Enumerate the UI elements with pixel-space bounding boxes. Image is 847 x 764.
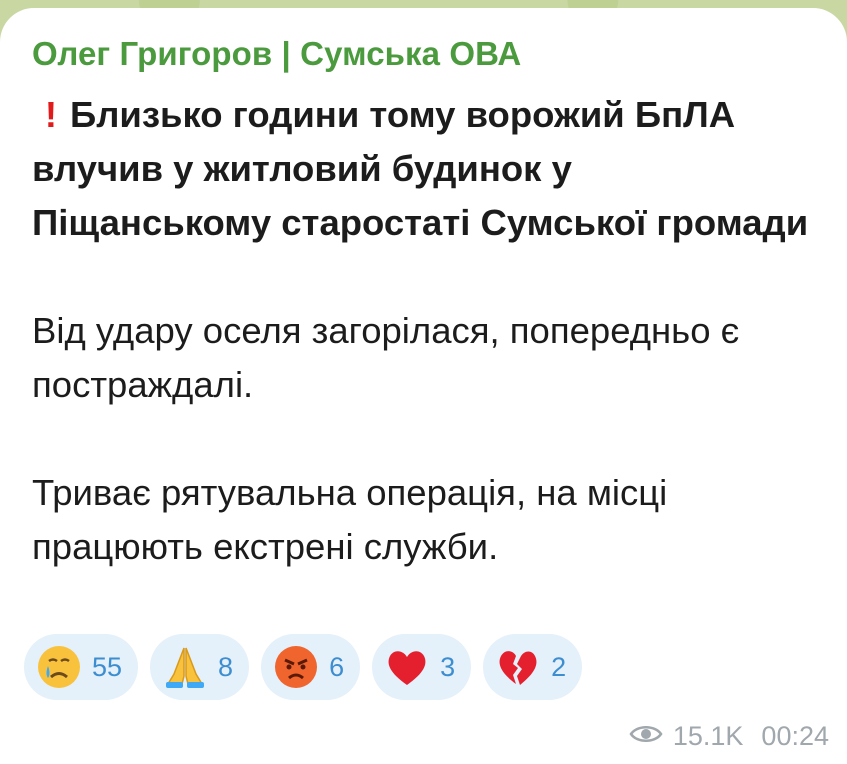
broken-heart-icon: [495, 644, 541, 690]
message-bubble[interactable]: Олег Григоров | Сумська ОВА ! Близько год…: [0, 8, 847, 764]
message-headline: ! Близько години тому ворожий БпЛА влучив…: [32, 88, 815, 250]
red-heart-icon: [384, 644, 430, 690]
crying-face-icon: [36, 644, 82, 690]
reaction-count: 6: [329, 651, 345, 682]
message-meta: 15.1K 00:24: [629, 721, 829, 752]
reaction-count: 8: [218, 651, 234, 682]
reaction-count: 2: [551, 651, 567, 682]
message-time: 00:24: [761, 721, 829, 751]
sender-name[interactable]: Олег Григоров | Сумська ОВА: [32, 34, 815, 74]
message-paragraph-1: Від удару оселя загорілася, попередньо є…: [32, 310, 740, 405]
message-text: ! Близько години тому ворожий БпЛА влучив…: [32, 88, 815, 574]
reaction-broken-heart[interactable]: 2: [483, 634, 583, 700]
eye-icon: [629, 721, 663, 752]
folded-hands-icon: [162, 644, 208, 690]
reaction-heart[interactable]: 3: [372, 634, 472, 700]
reaction-crying[interactable]: 55: [24, 634, 139, 700]
exclamation-icon: !: [44, 94, 58, 135]
message-paragraph-2: Триває рятувальна операція, на місці пра…: [32, 472, 668, 567]
view-count: 15.1K: [672, 721, 744, 751]
reaction-angry[interactable]: 6: [261, 634, 361, 700]
reactions-bar: 55 8 6 3 2: [24, 634, 583, 700]
headline-text: Близько години тому ворожий БпЛА влучив …: [32, 94, 809, 243]
angry-face-icon: [273, 644, 319, 690]
reaction-count: 3: [440, 651, 456, 682]
reaction-folded-hands[interactable]: 8: [150, 634, 250, 700]
reaction-count: 55: [92, 651, 123, 682]
